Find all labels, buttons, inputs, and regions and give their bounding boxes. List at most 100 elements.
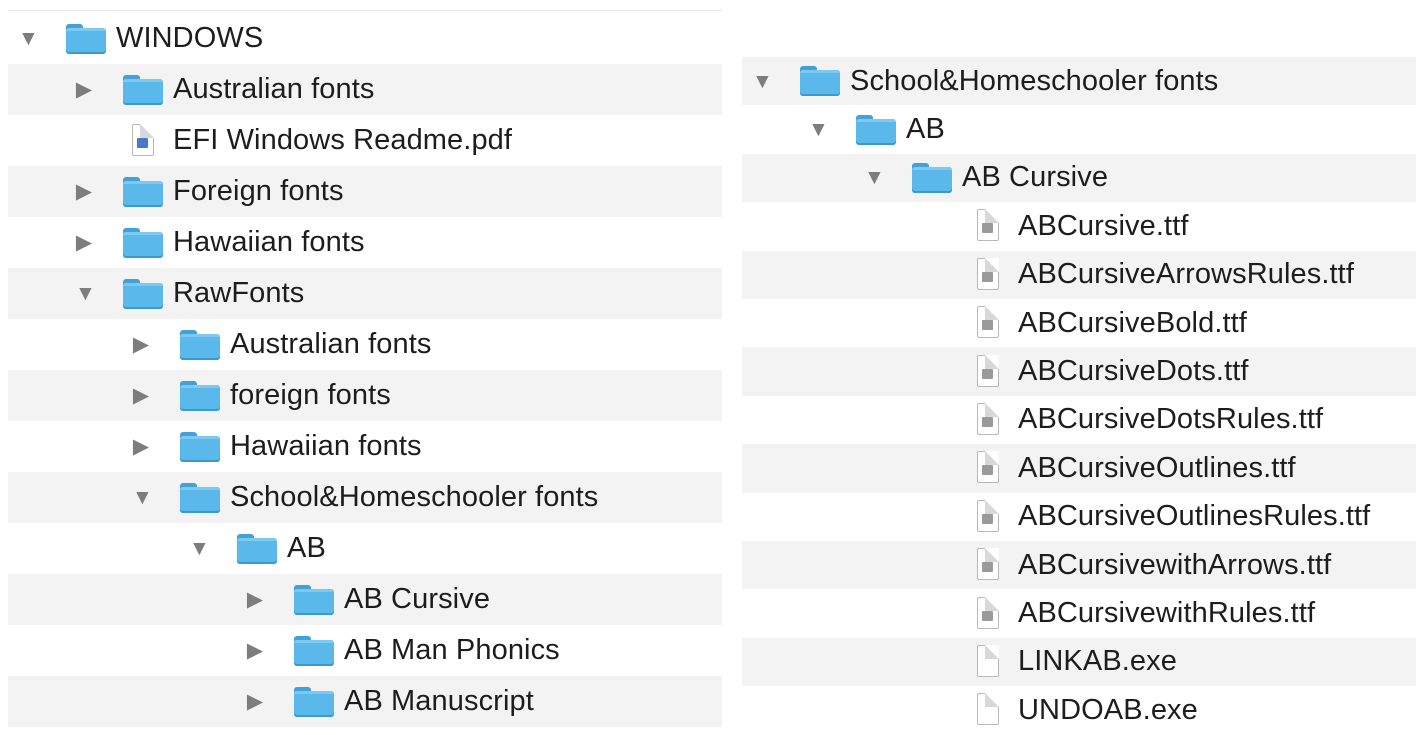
file-row-abcursivewithrules-ttf[interactable]: ▶ABCursivewithRules.ttf <box>742 589 1416 637</box>
item-label: School&Homeschooler fonts <box>230 481 599 513</box>
file-row-efi-windows-readme-pdf[interactable]: ▶EFI Windows Readme.pdf <box>8 115 722 166</box>
folder-row-windows[interactable]: ▼ WINDOWS <box>8 13 722 64</box>
item-label: ABCursiveDots.ttf <box>1018 355 1249 388</box>
file-row-linkab-exe[interactable]: ▶LINKAB.exe <box>742 637 1416 687</box>
disclosure-triangle-down-icon[interactable]: ▼ <box>752 71 773 92</box>
disclosure-triangle-right-icon[interactable]: ▶ <box>246 589 264 610</box>
disclosure-triangle-right-icon[interactable]: ▶ <box>75 232 93 253</box>
folder-row-school-homeschooler-fonts[interactable]: ▼ School&Homeschooler fonts <box>8 472 722 523</box>
item-label: School&Homeschooler fonts <box>850 64 1219 97</box>
file-row-abcursivewitharrows-ttf[interactable]: ▶ABCursivewithArrows.ttf <box>742 541 1416 590</box>
item-label: Foreign fonts <box>173 175 344 207</box>
folder-icon <box>237 533 277 565</box>
file-row-abcursivedots-ttf[interactable]: ▶ABCursiveDots.ttf <box>742 347 1416 396</box>
folder-row-foreign-fonts[interactable]: ▶ Foreign fonts <box>8 166 722 217</box>
disclosure-triangle-right-icon[interactable]: ▶ <box>132 334 150 355</box>
folder-icon <box>123 278 163 310</box>
divider <box>8 10 722 11</box>
disclosure-triangle-right-icon[interactable]: ▶ <box>132 436 150 457</box>
file-row-abcursiveoutlines-ttf[interactable]: ▶ABCursiveOutlines.ttf <box>742 444 1416 493</box>
file-row-abcursivebold-ttf[interactable]: ▶ABCursiveBold.ttf <box>742 299 1416 347</box>
folder-icon <box>123 74 163 106</box>
generic-document-icon <box>974 693 1002 727</box>
folder-row-foreign-fonts[interactable]: ▶ foreign fonts <box>8 370 722 421</box>
item-label: Australian fonts <box>173 73 375 105</box>
folder-row-school-homeschooler-fonts[interactable]: ▼ School&Homeschooler fonts <box>742 57 1416 106</box>
folder-row-australian-fonts[interactable]: ▶ Australian fonts <box>8 64 722 115</box>
folder-row-ab-manuscript[interactable]: ▶ AB Manuscript <box>8 676 722 727</box>
disclosure-triangle-right-icon[interactable]: ▶ <box>132 385 150 406</box>
folder-icon <box>180 482 220 514</box>
font-file-icon <box>974 451 1002 485</box>
font-file-icon <box>974 548 1002 582</box>
folder-row-ab[interactable]: ▼ AB <box>742 105 1416 153</box>
disclosure-triangle-down-icon[interactable]: ▼ <box>864 167 885 188</box>
disclosure-triangle-down-icon[interactable]: ▼ <box>189 538 210 559</box>
file-row-abcursive-ttf[interactable]: ▶ABCursive.ttf <box>742 202 1416 250</box>
folder-row-ab-man-phonics[interactable]: ▶ AB Man Phonics <box>8 625 722 676</box>
folder-icon <box>180 380 220 412</box>
folder-row-ab[interactable]: ▼ AB <box>8 523 722 574</box>
folder-icon <box>294 686 334 718</box>
item-label: UNDOAB.exe <box>1018 693 1198 726</box>
folder-icon <box>66 23 106 55</box>
font-file-icon <box>974 499 1002 534</box>
font-file-icon <box>974 306 1002 340</box>
disclosure-triangle-right-icon[interactable]: ▶ <box>246 691 264 712</box>
disclosure-triangle-right-icon[interactable]: ▶ <box>75 79 93 100</box>
disclosure-triangle-down-icon[interactable]: ▼ <box>18 28 39 49</box>
item-label: AB Cursive <box>344 583 491 615</box>
item-label: Hawaiian fonts <box>230 430 422 462</box>
folder-row-australian-fonts[interactable]: ▶ Australian fonts <box>8 319 722 370</box>
file-row-undoab-exe[interactable]: ▶UNDOAB.exe <box>742 686 1416 734</box>
file-row-abcursiveoutlinesrules-ttf[interactable]: ▶ABCursiveOutlinesRules.ttf <box>742 493 1416 541</box>
file-row-abcursivedotsrules-ttf[interactable]: ▶ABCursiveDotsRules.ttf <box>742 396 1416 444</box>
disclosure-triangle-right-icon[interactable]: ▶ <box>75 181 93 202</box>
item-label: RawFonts <box>173 277 305 309</box>
item-label: foreign fonts <box>230 379 391 411</box>
disclosure-triangle-down-icon[interactable]: ▼ <box>808 119 829 140</box>
font-file-icon <box>974 209 1002 243</box>
font-file-icon <box>974 402 1002 437</box>
folder-icon <box>856 114 896 146</box>
font-file-icon <box>974 596 1002 631</box>
folder-icon <box>180 329 220 361</box>
item-label: Hawaiian fonts <box>173 226 365 258</box>
folder-icon <box>123 176 163 208</box>
folder-icon <box>800 65 840 97</box>
folder-row-rawfonts[interactable]: ▼ RawFonts <box>8 268 722 319</box>
folder-icon <box>180 431 220 463</box>
item-label: ABCursiveDotsRules.ttf <box>1018 403 1324 436</box>
item-label: ABCursivewithArrows.ttf <box>1018 548 1332 581</box>
item-label: AB <box>287 532 326 564</box>
folder-row-ab-cursive[interactable]: ▶ AB Cursive <box>8 574 722 625</box>
disclosure-triangle-down-icon[interactable]: ▼ <box>132 487 153 508</box>
pdf-document-icon <box>129 123 157 158</box>
font-file-icon <box>974 257 1002 292</box>
folder-row-hawaiian-fonts[interactable]: ▶ Hawaiian fonts <box>8 421 722 472</box>
file-row-abcursivearrowsrules-ttf[interactable]: ▶ABCursiveArrowsRules.ttf <box>742 250 1416 299</box>
item-label: LINKAB.exe <box>1018 645 1177 678</box>
item-label: ABCursivewithRules.ttf <box>1018 597 1316 630</box>
item-label: AB Cursive <box>962 161 1109 194</box>
disclosure-triangle-right-icon[interactable]: ▶ <box>246 640 264 661</box>
folder-row-ab-cursive[interactable]: ▼ AB Cursive <box>742 153 1416 203</box>
item-label: ABCursiveOutlines.ttf <box>1018 451 1296 484</box>
disclosure-triangle-down-icon[interactable]: ▼ <box>75 283 96 304</box>
item-label: WINDOWS <box>116 22 264 54</box>
font-file-icon <box>974 354 1002 389</box>
folder-row-hawaiian-fonts[interactable]: ▶ Hawaiian fonts <box>8 217 722 268</box>
item-label: AB <box>906 113 945 146</box>
folder-icon <box>294 635 334 667</box>
folder-icon <box>912 162 952 194</box>
item-label: AB Man Phonics <box>344 634 560 666</box>
item-label: ABCursiveArrowsRules.ttf <box>1018 258 1354 291</box>
item-label: ABCursive.ttf <box>1018 209 1189 242</box>
item-label: Australian fonts <box>230 328 432 360</box>
item-label: AB Manuscript <box>344 685 534 717</box>
item-label: EFI Windows Readme.pdf <box>173 124 513 156</box>
folder-icon <box>123 227 163 259</box>
folder-icon <box>294 584 334 616</box>
item-label: ABCursiveOutlinesRules.ttf <box>1018 500 1371 533</box>
item-label: ABCursiveBold.ttf <box>1018 306 1247 339</box>
